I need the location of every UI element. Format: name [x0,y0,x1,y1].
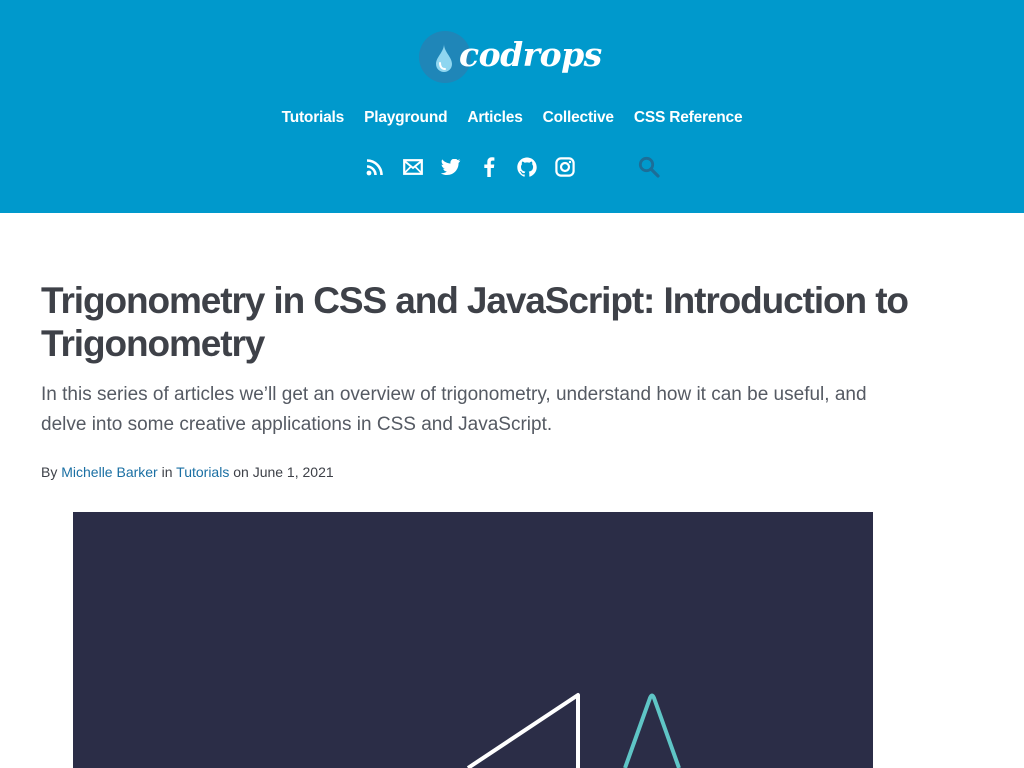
main-nav: Tutorials Playground Articles Collective… [0,106,1024,130]
github-icon[interactable] [516,155,538,179]
article-title: Trigonometry in CSS and JavaScript: Intr… [41,280,909,364]
nav-tutorials[interactable]: Tutorials [282,106,345,130]
publish-date: June 1, 2021 [252,464,334,480]
hero-teal-peak [623,693,681,768]
codrops-logo[interactable]: codrops [419,31,602,83]
byline-on: on [233,464,249,480]
twitter-icon[interactable] [440,155,462,179]
nav-playground[interactable]: Playground [364,106,447,130]
hero-white-triangle [466,693,580,768]
nav-articles[interactable]: Articles [467,106,522,130]
article-byline: By Michelle Barker in Tutorials on June … [41,462,641,482]
hero-image [73,512,873,768]
nav-css-reference[interactable]: CSS Reference [634,106,743,130]
byline-prefix: By [41,464,58,480]
site-header: codrops Tutorials Playground Articles Co… [0,0,1024,213]
nav-collective[interactable]: Collective [543,106,614,130]
hero-illustration [466,693,681,768]
article-excerpt: In this series of articles we’ll get an … [41,384,867,435]
instagram-icon[interactable] [554,155,576,179]
water-drop-icon [436,44,452,72]
rss-icon[interactable] [364,155,386,179]
mail-icon[interactable] [402,155,424,179]
facebook-icon[interactable] [478,155,500,179]
search-icon[interactable] [638,155,660,179]
byline-in: in [161,464,173,480]
social-links [0,155,1024,179]
category-link[interactable]: Tutorials [176,464,229,480]
author-link[interactable]: Michelle Barker [61,464,157,480]
logo-text: codrops [459,35,602,74]
